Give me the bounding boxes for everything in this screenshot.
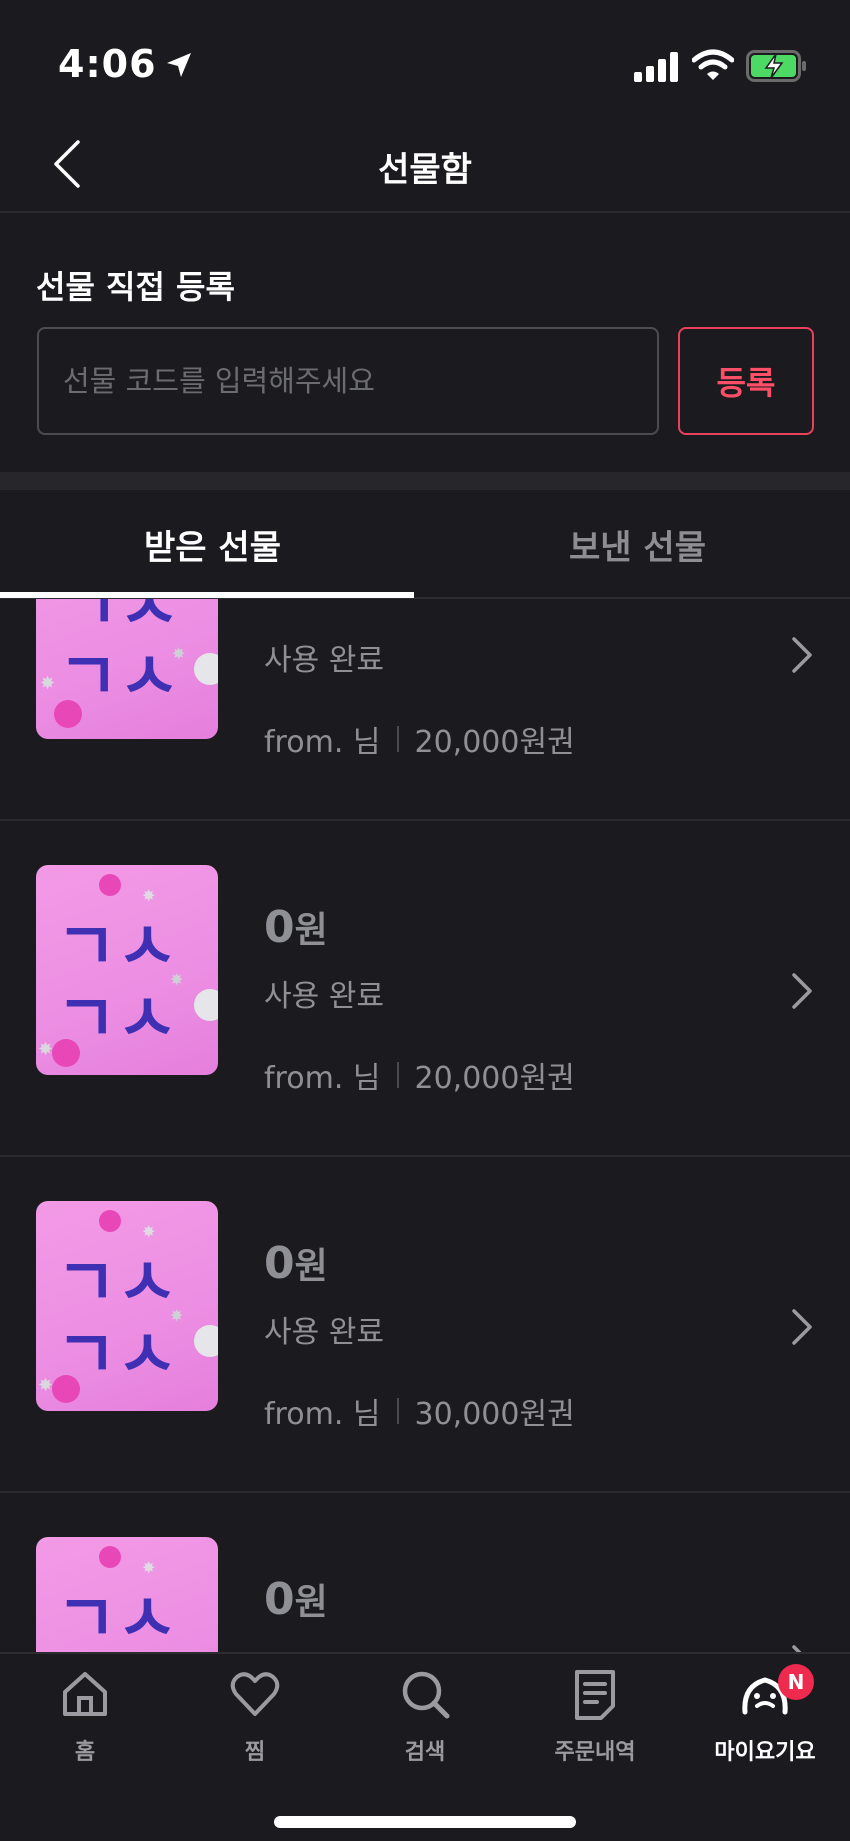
nav-label: 주문내역 [554, 1740, 636, 1765]
section-divider [0, 472, 850, 490]
battery-charging-icon [746, 50, 806, 82]
gift-list-item[interactable]: ✸ ㄱㅅ ㄱㅅ 0원 사용 완료 [0, 1493, 850, 1653]
gift-list-item[interactable]: ㄱㅅ ㄱㅅ ✸ ✸ 사용 완료 from. 님 20,000원권 [0, 599, 850, 821]
gift-card-thumbnail: ✸ ㄱㅅ ㄱㅅ ✸ ✸ [36, 865, 218, 1075]
svg-text:✸: ✸ [142, 1222, 155, 1241]
svg-text:ㄱㅅ: ㄱㅅ [56, 1244, 177, 1321]
gift-card-illustration: ✸ ㄱㅅ ㄱㅅ ✸ ✸ [38, 874, 218, 1067]
gift-amount: 0원 [264, 1574, 328, 1625]
gift-list: ㄱㅅ ㄱㅅ ✸ ✸ 사용 완료 from. 님 20,000원권 ✸ ㄱㅅ ㄱㅅ… [0, 599, 850, 1653]
gift-sender: from. 님 [264, 1061, 381, 1096]
nav-orders[interactable]: 주문내역 [510, 1666, 680, 1776]
nav-label: 마이요기요 [714, 1740, 816, 1765]
nav-favorites[interactable]: 찜 [170, 1666, 340, 1776]
gift-meta: from. 님 30,000원권 [264, 1389, 575, 1433]
chevron-right-icon [792, 973, 812, 1009]
register-button[interactable]: 등록 [678, 327, 814, 435]
gift-sender: from. 님 [264, 725, 381, 760]
tab-sent-gifts[interactable]: 보낸 선물 [425, 490, 850, 598]
meta-separator [396, 726, 399, 752]
svg-text:✸: ✸ [40, 673, 55, 694]
svg-text:✸: ✸ [170, 1306, 183, 1325]
nav-label: 검색 [404, 1740, 446, 1765]
gift-voucher-value: 20,000원권 [414, 1061, 575, 1096]
gift-status: 사용 완료 [264, 1315, 384, 1350]
gift-amount: 0원 [264, 1238, 328, 1289]
gift-amount: 0원 [264, 902, 328, 953]
tab-received-gifts[interactable]: 받은 선물 [0, 490, 425, 598]
gift-card-thumbnail: ㄱㅅ ㄱㅅ ✸ ✸ [36, 599, 218, 739]
gift-code-input[interactable] [37, 327, 659, 435]
meta-separator [396, 1062, 399, 1088]
cellular-signal-icon [634, 52, 678, 82]
gift-sender: from. 님 [264, 1397, 381, 1432]
nav-home[interactable]: 홈 [0, 1666, 170, 1776]
nav-label: 홈 [74, 1740, 96, 1765]
page-title: 선물함 [378, 150, 472, 190]
svg-text:ㄱㅅ: ㄱㅅ [56, 1580, 177, 1653]
location-arrow-icon [167, 53, 191, 77]
home-indicator [274, 1816, 576, 1828]
app-header: 선물함 [0, 110, 850, 212]
nav-search[interactable]: 검색 [340, 1666, 510, 1776]
svg-text:✸: ✸ [142, 886, 155, 905]
gift-meta: from. 님 20,000원권 [264, 1053, 575, 1097]
home-icon [63, 1672, 107, 1716]
gift-card-illustration: ✸ ㄱㅅ ㄱㅅ ✸ ✸ [38, 1210, 218, 1403]
gift-card-illustration: ㄱㅅ ㄱㅅ ✸ ✸ [40, 599, 218, 728]
svg-text:ㄱㅅ: ㄱㅅ [56, 908, 177, 985]
meta-separator [396, 1398, 399, 1424]
svg-text:✸: ✸ [142, 1558, 155, 1577]
gift-card-thumbnail: ✸ ㄱㅅ ㄱㅅ ✸ ✸ [36, 1201, 218, 1411]
header-divider [0, 211, 850, 213]
active-tab-indicator [0, 592, 414, 598]
status-time: 4:06 [58, 42, 157, 86]
svg-text:✸: ✸ [170, 970, 183, 989]
gift-voucher-value: 20,000원권 [414, 725, 575, 760]
gift-voucher-value: 30,000원권 [414, 1397, 575, 1432]
gift-status: 사용 완료 [264, 643, 384, 678]
chevron-right-icon [792, 1309, 812, 1345]
bottom-tab-bar: 홈 찜 검색 주문내역 N 마이요기요 [0, 1652, 850, 1841]
svg-text:✸: ✸ [38, 1039, 53, 1060]
svg-text:✸: ✸ [38, 1375, 53, 1396]
heart-icon [230, 1672, 280, 1716]
svg-text:✸: ✸ [172, 644, 185, 663]
new-badge: N [778, 1664, 814, 1700]
gift-meta: from. 님 20,000원권 [264, 717, 575, 761]
gift-status: 사용 완료 [264, 979, 384, 1014]
gift-tabs: 받은 선물 보낸 선물 [0, 490, 850, 598]
nav-my-yogiyo[interactable]: N 마이요기요 [680, 1664, 850, 1776]
wifi-icon [692, 49, 734, 80]
receipt-icon [575, 1670, 615, 1720]
search-icon [402, 1671, 450, 1719]
gift-card-thumbnail: ✸ ㄱㅅ ㄱㅅ [36, 1537, 218, 1653]
nav-label: 찜 [244, 1740, 266, 1765]
chevron-right-icon [792, 637, 812, 673]
gift-list-item[interactable]: ✸ ㄱㅅ ㄱㅅ ✸ ✸ 0원 사용 완료 from. 님 30,000원권 [0, 1157, 850, 1493]
gift-list-item[interactable]: ✸ ㄱㅅ ㄱㅅ ✸ ✸ 0원 사용 완료 from. 님 20,000원권 [0, 821, 850, 1157]
register-section-title: 선물 직접 등록 [36, 268, 235, 306]
gift-card-illustration: ✸ ㄱㅅ ㄱㅅ [56, 1546, 177, 1653]
